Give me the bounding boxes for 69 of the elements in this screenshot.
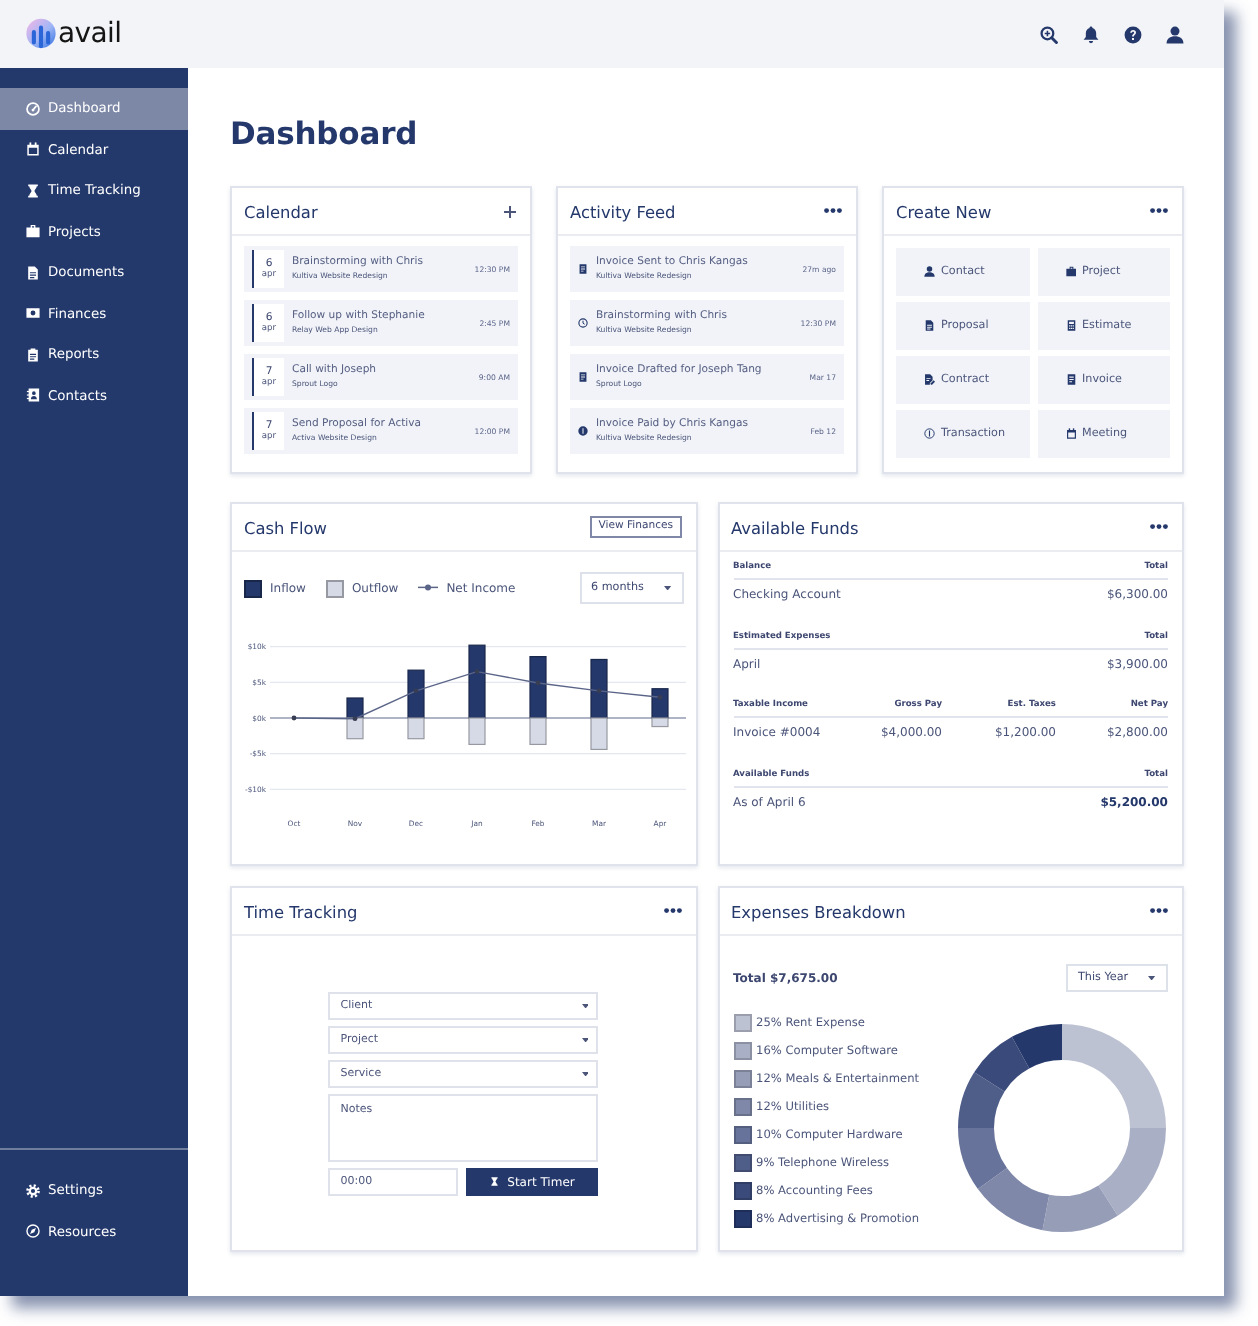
outflow-bar: [590, 717, 608, 750]
coin-icon: [924, 428, 935, 440]
caret-icon: [1148, 975, 1156, 981]
user-icon[interactable]: [1166, 25, 1184, 43]
caret-icon: [663, 585, 671, 591]
plus-icon[interactable]: [504, 205, 516, 217]
logo-icon: [26, 18, 56, 50]
clock-icon: [578, 318, 588, 328]
receipt-icon: [578, 264, 588, 274]
card-title: Activity Feed: [570, 201, 676, 221]
ellipsis-icon[interactable]: [663, 908, 681, 914]
card-title: Calendar: [244, 201, 318, 221]
card-title: Expenses Breakdown: [731, 901, 906, 921]
search-icon[interactable]: [1040, 25, 1058, 43]
person-icon: [924, 266, 935, 278]
inflow-bar: [651, 688, 669, 719]
net-income-point: [352, 716, 358, 722]
net-income-point: [474, 669, 480, 674]
receipt-icon: [1065, 374, 1076, 386]
briefcase-icon: [26, 224, 40, 239]
outflow-bar: [468, 717, 486, 745]
briefcase-icon: [1065, 266, 1076, 278]
clipboard-icon: [26, 347, 40, 362]
bell-icon[interactable]: [1082, 25, 1100, 43]
ellipsis-icon[interactable]: [1150, 908, 1168, 914]
card-title: Cash Flow: [244, 517, 327, 537]
hourglass-icon: [490, 1176, 500, 1188]
net-income-point: [596, 688, 602, 694]
calculator-icon: [1065, 320, 1076, 332]
outflow-bar: [407, 717, 425, 740]
outflow-bar: [346, 717, 364, 740]
card-title: Create New: [896, 201, 992, 221]
document-pen-icon: [924, 374, 935, 386]
banknote-icon: [26, 306, 40, 321]
net-income-point: [291, 715, 297, 721]
document-icon: [26, 265, 40, 280]
page-title: Dashboard: [230, 114, 418, 156]
caret-icon: [581, 1037, 589, 1043]
logo-text: avail: [58, 18, 122, 50]
address-book-icon: [26, 388, 40, 403]
document-icon: [924, 320, 935, 332]
inflow-bar: [407, 669, 425, 719]
compass-icon: [26, 1224, 40, 1239]
ellipsis-icon[interactable]: [1150, 524, 1168, 530]
hourglass-icon: [26, 183, 40, 198]
outflow-bar: [651, 717, 669, 728]
gauge-icon: [26, 101, 40, 116]
ellipsis-icon[interactable]: [824, 208, 842, 214]
inflow-bar: [590, 658, 608, 719]
calendar-icon: [26, 142, 40, 157]
coin-icon: [578, 426, 588, 436]
donut-slice: [974, 1036, 1030, 1092]
gear-icon: [26, 1183, 40, 1198]
caret-icon: [581, 1071, 589, 1077]
outflow-bar: [529, 717, 547, 745]
inflow-bar: [346, 697, 364, 719]
inflow-bar: [468, 644, 486, 719]
net-income-point: [535, 680, 541, 686]
inflow-bar: [529, 656, 547, 719]
receipt-icon: [578, 372, 588, 382]
card-title: Available Funds: [731, 517, 859, 537]
net-income-point: [413, 688, 419, 694]
help-icon[interactable]: [1124, 25, 1142, 43]
calendar-icon: [1065, 428, 1076, 440]
ellipsis-icon[interactable]: [1150, 208, 1168, 214]
net-income-point: [657, 694, 663, 700]
caret-icon: [581, 1003, 589, 1009]
donut-slice: [958, 1072, 1005, 1128]
card-title: Time Tracking: [244, 901, 358, 921]
